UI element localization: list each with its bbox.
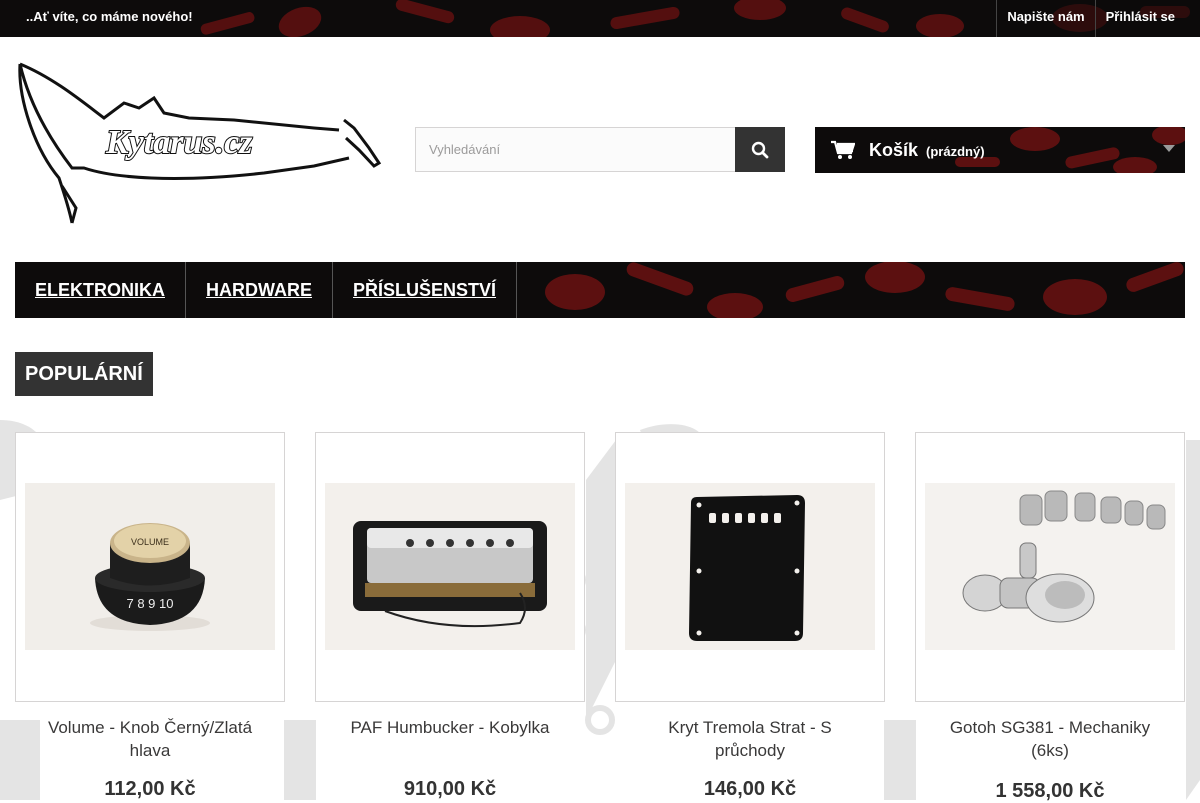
product-image-link[interactable] — [915, 432, 1185, 702]
guitar-logo-icon: Kytarus.cz — [18, 62, 382, 224]
product-card: Gotoh SG381 - Mechaniky (6ks) 1 558,00 K… — [915, 432, 1185, 802]
product-image-link[interactable] — [315, 432, 585, 702]
top-bar: ..Ať víte, co máme nového! Napište nám P… — [0, 0, 1200, 37]
product-name[interactable]: Kryt Tremola Strat - S průchody — [615, 716, 885, 762]
main-nav: ELEKTRONIKA HARDWARE PŘÍSLUŠENSTVÍ — [15, 262, 1185, 318]
search-button[interactable] — [735, 127, 785, 172]
top-links: Napište nám Přihlásit se — [996, 0, 1200, 37]
product-image-link[interactable] — [615, 432, 885, 702]
site-logo[interactable]: Kytarus.cz — [14, 58, 384, 228]
search-icon — [751, 141, 769, 158]
cart-label: Košík — [869, 139, 919, 160]
product-card: Kryt Tremola Strat - S průchody 146,00 K… — [615, 432, 885, 800]
logo-text: Kytarus.cz — [105, 124, 253, 161]
svg-text:7 8 9 10: 7 8 9 10 — [127, 596, 174, 611]
chevron-down-icon — [1163, 145, 1175, 152]
promo-text: ..Ať víte, co máme nového! — [26, 9, 193, 24]
product-image — [325, 483, 575, 650]
knob-label: VOLUME — [131, 537, 169, 547]
section-title: POPULÁRNÍ — [15, 352, 153, 396]
contact-link[interactable]: Napište nám — [996, 0, 1095, 37]
login-link[interactable]: Přihlásit se — [1094, 0, 1200, 37]
cart-button[interactable]: Košík (prázdný) — [815, 127, 1185, 173]
product-image — [925, 483, 1175, 650]
cart-icon — [831, 140, 855, 159]
search-form — [415, 127, 785, 172]
nav-item-elektronika[interactable]: ELEKTRONIKA — [15, 262, 186, 318]
nav-item-hardware[interactable]: HARDWARE — [186, 262, 333, 318]
nav-item-prislusenstvi[interactable]: PŘÍSLUŠENSTVÍ — [333, 262, 518, 318]
product-image-link[interactable]: VOLUME 7 8 9 10 — [15, 432, 285, 702]
product-price: 146,00 Kč — [703, 778, 797, 800]
product-name[interactable]: Volume - Knob Černý/Zlatá hlava — [15, 716, 285, 762]
product-image: VOLUME 7 8 9 10 — [25, 483, 275, 650]
cart-status: (prázdný) — [926, 144, 985, 159]
product-name[interactable]: Gotoh SG381 - Mechaniky (6ks) — [915, 716, 1185, 762]
search-input[interactable] — [415, 127, 735, 172]
product-price: 910,00 Kč — [403, 778, 497, 800]
product-card: VOLUME 7 8 9 10 Volume - Knob Černý/Zlat… — [15, 432, 285, 800]
product-card: PAF Humbucker - Kobylka 910,00 Kč — [315, 432, 585, 800]
product-name[interactable]: PAF Humbucker - Kobylka — [315, 716, 585, 739]
product-price: 112,00 Kč — [104, 778, 196, 800]
product-image — [625, 483, 875, 650]
